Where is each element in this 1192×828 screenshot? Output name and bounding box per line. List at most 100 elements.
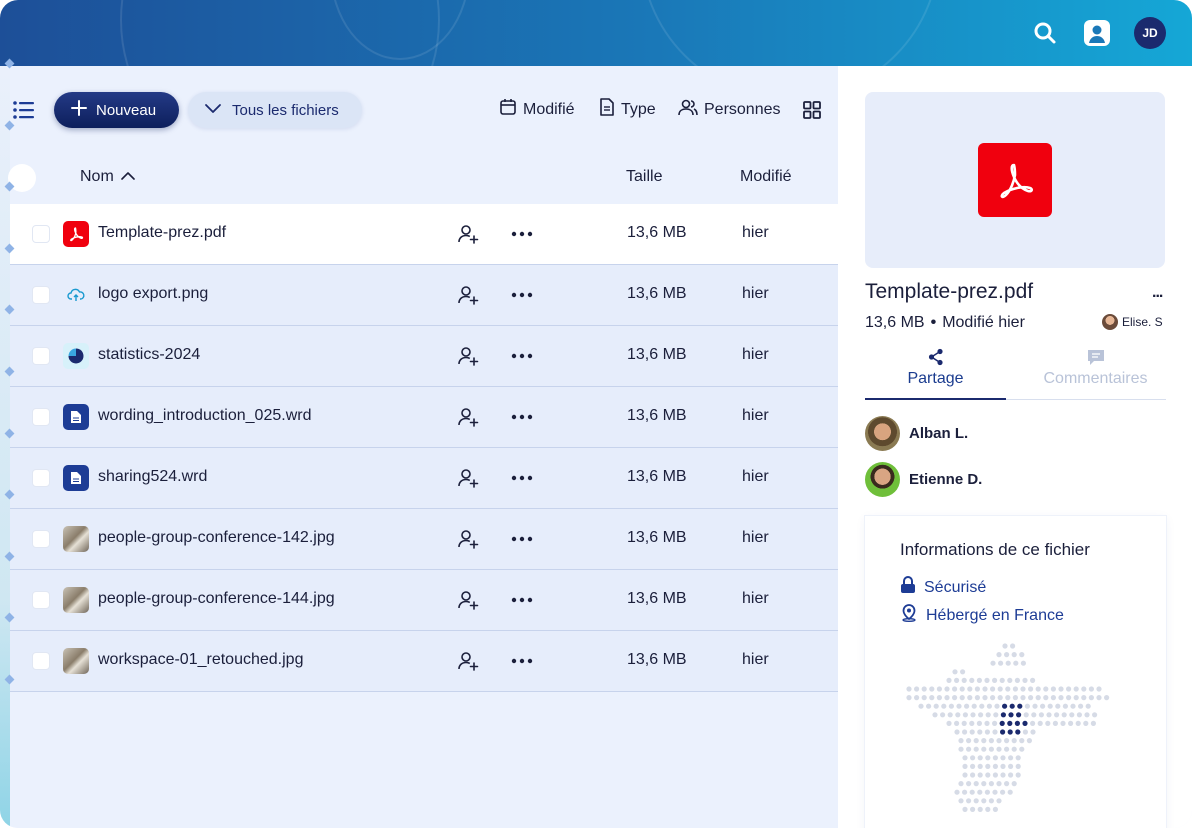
map-dot [977,755,983,761]
filter-type[interactable]: Type [599,98,656,121]
row-checkbox[interactable] [32,347,50,365]
map-dot [974,686,980,692]
row-checkbox[interactable] [32,408,50,426]
pie-chart-icon [63,343,89,369]
map-highlight-dot [1016,712,1022,718]
map-dot [944,695,950,701]
map-dot [946,677,952,683]
more-options-icon[interactable] [510,223,534,245]
table-row[interactable]: workspace-01_retouched.jpg 13,6 MB hier [10,631,838,692]
file-size: 13,6 MB [627,285,687,302]
details-tabs: Partage Commentaires [865,346,1166,400]
map-dot [1007,677,1013,683]
table-row[interactable]: Template-prez.pdf 13,6 MB hier [10,204,838,265]
map-dot [906,686,912,692]
table-row[interactable]: people-group-conference-142.jpg 13,6 MB hi… [10,509,838,570]
filter-modified[interactable]: Modifié [499,98,575,121]
map-dot [1092,712,1098,718]
table-row[interactable]: wording_introduction_025.wrd 13,6 MB hier [10,387,838,448]
add-person-icon[interactable] [457,223,479,245]
map-dot [1075,720,1081,726]
map-dot [970,806,976,812]
meta-separator: • [930,314,937,331]
more-options-icon[interactable] [510,284,534,306]
grid-view-icon[interactable] [802,100,822,120]
table-row[interactable]: sharing524.wrd 13,6 MB hier [10,448,838,509]
row-checkbox[interactable] [32,652,50,670]
map-dot [984,729,990,735]
new-button[interactable]: Nouveau [54,92,179,128]
column-name-label: Nom [80,168,114,185]
row-checkbox[interactable] [32,286,50,304]
file-modified: hier [742,285,769,302]
map-dot [1031,712,1037,718]
row-checkbox[interactable] [32,469,50,487]
table-row[interactable]: people-group-conference-144.jpg 13,6 MB hi… [10,570,838,631]
map-dot [996,652,1002,658]
row-checkbox[interactable] [32,591,50,609]
sort-ascending-icon [120,168,136,186]
table-row[interactable]: logo export.png 13,6 MB hier [10,265,838,326]
tab-comments[interactable]: Commentaires [1025,346,1166,400]
table-row[interactable]: statistics-2024 13,6 MB hier [10,326,838,387]
map-dot [1062,703,1068,709]
more-options-icon[interactable] [510,345,534,367]
filter-people-label: Personnes [704,100,781,118]
column-name[interactable]: Nom [80,168,136,186]
add-person-icon[interactable] [457,650,479,672]
more-options-icon[interactable] [510,528,534,550]
map-highlight-dot [1014,720,1020,726]
map-dot [984,677,990,683]
file-name: sharing524.wrd [98,468,208,485]
more-options-icon[interactable] [510,650,534,672]
map-dot [1078,703,1084,709]
map-dot [1011,738,1017,744]
map-dot [992,789,998,795]
map-dot [1020,660,1026,666]
list-view-icon[interactable] [12,98,36,122]
map-dot [954,729,960,735]
row-checkbox[interactable] [32,530,50,548]
map-dot [977,806,983,812]
map-dot [959,695,965,701]
map-dot [1019,652,1025,658]
map-highlight-dot [1009,703,1015,709]
map-dot [955,712,961,718]
shared-person[interactable]: Alban L. [865,416,968,451]
map-dot [1030,677,1036,683]
shared-person[interactable]: Etienne D. [865,462,982,497]
more-options-icon[interactable]: ... [1152,284,1163,302]
map-dot [992,806,998,812]
map-dot [1073,686,1079,692]
add-person-icon[interactable] [457,345,479,367]
map-dot [1011,781,1017,787]
map-dot [958,798,964,804]
add-person-icon[interactable] [457,528,479,550]
map-dot [981,798,987,804]
map-dot [962,789,968,795]
map-dot [974,695,980,701]
all-files-dropdown[interactable]: Tous les fichiers [188,92,362,128]
column-size[interactable]: Taille [626,168,662,186]
column-modified[interactable]: Modifié [740,168,792,186]
user-account-icon[interactable] [1082,18,1112,48]
chevron-down-icon [204,102,222,119]
map-dot [1019,746,1025,752]
add-person-icon[interactable] [457,589,479,611]
avatar[interactable]: JD [1134,17,1166,49]
map-dot [1090,720,1096,726]
add-person-icon[interactable] [457,467,479,489]
more-options-icon[interactable] [510,589,534,611]
map-dot [1055,703,1061,709]
file-name: logo export.png [98,285,209,302]
more-options-icon[interactable] [510,467,534,489]
search-icon[interactable] [1030,18,1060,48]
add-person-icon[interactable] [457,284,479,306]
more-options-icon[interactable] [510,406,534,428]
add-person-icon[interactable] [457,406,479,428]
filter-people[interactable]: Personnes [678,98,781,121]
map-dot [929,695,935,701]
tab-share[interactable]: Partage [865,346,1006,400]
map-dot [1046,712,1052,718]
row-checkbox[interactable] [32,225,50,243]
